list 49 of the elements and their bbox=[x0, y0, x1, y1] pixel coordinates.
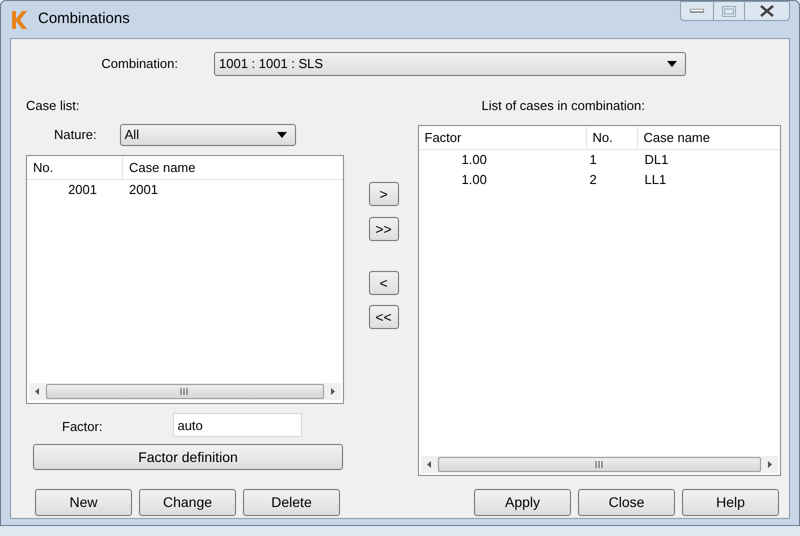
dialog-button[interactable]: Factor definition bbox=[33, 444, 343, 470]
combination-list-label: List of cases in combination: bbox=[480, 98, 646, 114]
dialog-button[interactable]: Close bbox=[578, 489, 675, 516]
dialog-button[interactable]: >> bbox=[368, 217, 399, 241]
dropdown-value: 1001 : 1001 : SLS bbox=[219, 55, 324, 74]
combination-dropdown[interactable]: 1001 : 1001 : SLS bbox=[214, 52, 686, 76]
dropdown-value: All bbox=[124, 126, 140, 144]
table-cell-text: DL1 bbox=[644, 151, 668, 170]
table-cell-text: 1.00 bbox=[462, 151, 488, 170]
grip-icon bbox=[180, 388, 190, 395]
nature-label: Nature: bbox=[54, 126, 97, 144]
column-header[interactable]: No. bbox=[586, 126, 638, 149]
horizontal-scrollbar[interactable] bbox=[420, 456, 778, 473]
case-list-label: Case list: bbox=[26, 98, 80, 114]
horizontal-scrollbar[interactable] bbox=[29, 383, 341, 400]
dialog-button[interactable]: New bbox=[35, 489, 132, 516]
minimize-icon bbox=[690, 9, 704, 13]
dialog-button[interactable]: Delete bbox=[243, 489, 340, 516]
dropdown-caret-icon bbox=[667, 61, 677, 67]
column-header[interactable]: Case name bbox=[123, 156, 343, 179]
combination-label: Combination: bbox=[100, 55, 179, 74]
dialog-button[interactable]: > bbox=[368, 182, 399, 206]
close-icon bbox=[760, 5, 774, 17]
close-button[interactable] bbox=[744, 1, 790, 21]
minimize-button[interactable] bbox=[680, 1, 714, 21]
window-title: Combinations bbox=[38, 9, 130, 30]
dropdown-caret-icon bbox=[276, 132, 287, 138]
factor-input-field[interactable]: auto bbox=[173, 413, 302, 437]
table-cell-text: 2001 bbox=[67, 181, 97, 200]
table-cell-text: 1.00 bbox=[462, 171, 488, 190]
grip-icon bbox=[594, 461, 604, 468]
nature-dropdown[interactable]: All bbox=[120, 124, 296, 146]
table-cell-text: 1 bbox=[590, 151, 598, 170]
column-header[interactable]: Case name bbox=[638, 126, 780, 149]
dialog-button[interactable]: << bbox=[368, 305, 399, 329]
dialog-button[interactable]: Help bbox=[682, 489, 779, 516]
factor-label: Factor: bbox=[62, 418, 102, 436]
table-cell-text: 2 bbox=[590, 171, 598, 190]
column-header[interactable]: No. bbox=[27, 156, 123, 179]
dialog-button[interactable]: < bbox=[368, 271, 399, 295]
table-cell-text: LL1 bbox=[644, 171, 666, 190]
column-header[interactable]: Factor bbox=[418, 126, 586, 149]
app-logo-icon bbox=[10, 10, 28, 30]
dialog-button[interactable]: Change bbox=[139, 489, 236, 516]
maximize-icon bbox=[722, 6, 736, 16]
dialog-button[interactable]: Apply bbox=[474, 489, 571, 516]
scrollbar-thumb[interactable] bbox=[438, 457, 761, 472]
scrollbar-thumb[interactable] bbox=[46, 384, 324, 399]
table-cell-text: 2001 bbox=[129, 181, 158, 200]
